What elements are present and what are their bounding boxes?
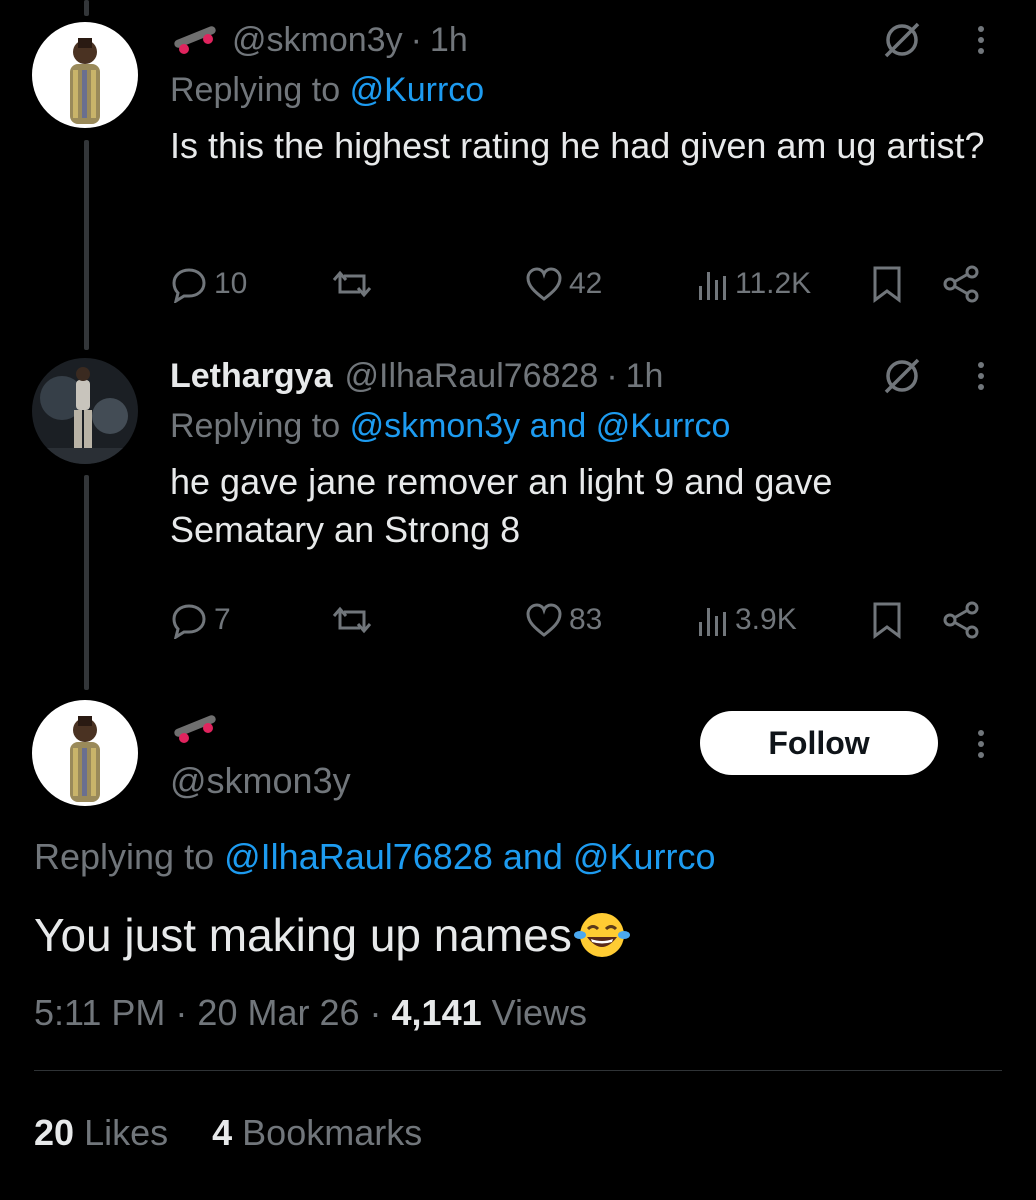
more-options-icon[interactable] (966, 356, 996, 396)
repost-button[interactable] (330, 598, 374, 642)
tweet-text: he gave jane remover an light 9 and gave… (170, 461, 833, 550)
replying-prefix: Replying to (170, 407, 341, 445)
reply-button[interactable]: 7 (170, 598, 231, 642)
face-with-tears-of-joy-icon (573, 909, 630, 961)
bookmark-icon (873, 266, 901, 303)
user-handle[interactable]: @skmon3y (232, 21, 403, 60)
like-button[interactable]: 83 (525, 598, 602, 642)
tweet[interactable]: @skmon3y · 1h Replying to @Kurrco Is thi… (170, 20, 996, 170)
repost-icon (332, 606, 372, 634)
view-count: 3.9K (735, 603, 797, 636)
reply-icon (172, 604, 206, 639)
avatar[interactable] (32, 22, 138, 128)
likes-label: Likes (84, 1112, 169, 1153)
follow-button[interactable]: Follow (700, 711, 938, 775)
bookmark-button[interactable] (870, 598, 904, 642)
views-button[interactable]: 3.9K (695, 598, 797, 642)
grok-icon[interactable] (880, 20, 924, 69)
reply-button[interactable]: 10 (170, 262, 247, 306)
main-tweet-body: You just making up names (34, 909, 572, 961)
share-icon (943, 601, 979, 639)
share-button[interactable] (942, 262, 982, 306)
reply-count: 10 (214, 267, 248, 300)
views-icon (699, 272, 726, 300)
likes-stat[interactable]: 20 Likes (34, 1112, 168, 1153)
views-label: Views (491, 992, 588, 1033)
heart-icon (526, 603, 562, 637)
like-count: 83 (569, 603, 603, 636)
views-button[interactable]: 11.2K (695, 262, 811, 306)
likes-count: 20 (34, 1112, 75, 1153)
tweet-header: Lethargya @IlhaRaul76828 · 1h (170, 356, 996, 396)
bookmarks-label: Bookmarks (242, 1112, 423, 1153)
avatar[interactable] (32, 700, 138, 806)
bookmark-button[interactable] (870, 262, 904, 306)
heart-icon (526, 267, 562, 301)
replying-to: Replying to @Kurrco (170, 68, 996, 112)
replying-to-link[interactable]: @skmon3y and @Kurrco (350, 407, 731, 445)
divider (34, 1070, 1002, 1071)
share-icon (943, 265, 979, 303)
share-button[interactable] (942, 598, 982, 642)
reply-icon (172, 268, 206, 303)
tweet-text: Is this the highest rating he had given … (170, 125, 985, 166)
user-handle[interactable]: @IlhaRaul76828 (345, 357, 599, 396)
replying-prefix: Replying to (34, 836, 215, 877)
bookmarks-stat[interactable]: 4 Bookmarks (212, 1112, 422, 1153)
thread-line-1 (84, 140, 89, 350)
avatar[interactable] (32, 358, 138, 464)
tweet-time[interactable]: 5:11 PM (34, 992, 165, 1033)
bookmarks-count: 4 (212, 1112, 233, 1153)
user-name[interactable]: Lethargya (170, 357, 333, 396)
timestamp[interactable]: 1h (626, 357, 664, 396)
replying-to-link[interactable]: @IlhaRaul76828 and @Kurrco (224, 836, 715, 877)
separator: · (410, 20, 422, 59)
tweet-date[interactable]: 20 Mar 26 (197, 992, 359, 1033)
skateboard-icon (170, 712, 220, 751)
thread-line-top (84, 0, 89, 16)
replying-to-link[interactable]: @Kurrco (350, 71, 485, 109)
repost-button[interactable] (330, 262, 374, 306)
replying-prefix: Replying to (170, 71, 341, 109)
tweet[interactable]: Lethargya @IlhaRaul76828 · 1h Replying t… (170, 356, 996, 554)
more-options-icon[interactable] (966, 20, 996, 60)
main-replying-to: Replying to @IlhaRaul76828 and @Kurrco (34, 836, 716, 878)
like-button[interactable]: 42 (525, 262, 602, 306)
separator: · (369, 992, 392, 1033)
main-tweet-text: You just making up names (34, 908, 630, 962)
main-user-handle[interactable]: @skmon3y (170, 760, 351, 802)
replying-to: Replying to @skmon3y and @Kurrco (170, 404, 996, 448)
bookmark-icon (873, 602, 901, 639)
reply-count: 7 (214, 603, 231, 636)
skateboard-icon (170, 23, 220, 57)
views-count: 4,141 (391, 992, 482, 1033)
grok-icon[interactable] (880, 356, 924, 405)
view-count: 11.2K (735, 267, 812, 300)
tweet-meta: 5:11 PM · 20 Mar 26 · 4,141 Views (34, 992, 587, 1034)
tweet-actions: 7 83 3.9K (170, 598, 996, 642)
separator: · (175, 992, 198, 1033)
more-options-icon[interactable] (966, 724, 996, 764)
repost-icon (332, 270, 372, 298)
engagement-stats: 20 Likes 4 Bookmarks (34, 1112, 422, 1154)
timestamp[interactable]: 1h (430, 21, 468, 60)
like-count: 42 (569, 267, 603, 300)
tweet-header: @skmon3y · 1h (170, 20, 996, 60)
views-icon (699, 608, 726, 636)
separator: · (606, 356, 618, 395)
thread-line-2 (84, 475, 89, 690)
tweet-actions: 10 42 11.2K (170, 262, 996, 306)
